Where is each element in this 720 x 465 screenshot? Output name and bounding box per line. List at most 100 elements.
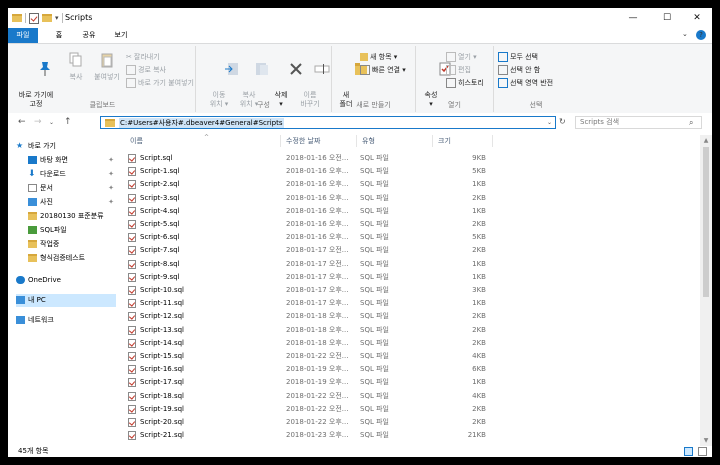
cut-button[interactable]: ✂ 잘라내기 <box>126 52 160 62</box>
table-row[interactable]: Script-9.sql 2018-01-17 오후... SQL 파일 1KB <box>120 271 686 284</box>
nav-item-documents[interactable]: 문서 ✦ <box>28 182 116 195</box>
desktop-icon <box>28 156 37 164</box>
table-row[interactable]: Script-14.sql 2018-01-18 오후... SQL 파일 2KB <box>120 337 686 350</box>
help-icon[interactable]: ? <box>696 30 706 40</box>
table-row[interactable]: Script-4.sql 2018-01-16 오후... SQL 파일 1KB <box>120 205 686 218</box>
scroll-down-arrow-icon[interactable]: ▼ <box>700 437 712 444</box>
copy-to-icon <box>255 63 268 75</box>
nav-item-sql-files[interactable]: SQL파일 <box>28 224 116 237</box>
tab-home[interactable]: 홈 <box>52 28 66 43</box>
search-icon[interactable]: ⌕ <box>689 118 693 128</box>
select-all-button[interactable]: 모두 선택 <box>498 52 538 62</box>
file-type: SQL 파일 <box>360 167 389 176</box>
table-row[interactable]: Script-12.sql 2018-01-18 오후... SQL 파일 2KB <box>120 310 686 323</box>
easy-access-icon <box>360 65 370 75</box>
search-input[interactable]: Scripts 검색 <box>575 116 702 129</box>
sql-file-icon <box>128 272 136 282</box>
file-size: 1KB <box>472 378 486 387</box>
vertical-scrollbar[interactable]: ▲ ▼ <box>700 135 712 446</box>
chevron-down-icon[interactable]: ⌄ <box>682 30 688 38</box>
table-row[interactable]: Script-3.sql 2018-01-16 오후... SQL 파일 2KB <box>120 192 686 205</box>
nav-item-network[interactable]: 네트워크 <box>16 314 116 327</box>
close-button[interactable]: ✕ <box>680 8 712 28</box>
nav-item-work-in-progress[interactable]: 작업중 <box>28 238 116 251</box>
table-row[interactable]: Script-6.sql 2018-01-16 오후... SQL 파일 5KB <box>120 231 686 244</box>
file-date: 2018-01-17 오전... <box>286 246 349 255</box>
nav-item-pictures[interactable]: 사진 ✦ <box>28 196 116 209</box>
edit-button[interactable]: 편집 <box>446 65 471 75</box>
column-header-size[interactable]: 크기 <box>438 135 451 147</box>
back-arrow-icon[interactable]: ← <box>18 117 26 127</box>
table-row[interactable]: Script-15.sql 2018-01-22 오전... SQL 파일 4KB <box>120 350 686 363</box>
nav-item-folder-20180130[interactable]: 20180130 표준분류 <box>28 210 116 223</box>
nav-item-onedrive[interactable]: OneDrive <box>16 274 116 287</box>
pin-icon <box>39 62 50 76</box>
invert-selection-label: 선택 영역 반전 <box>510 79 554 87</box>
table-row[interactable]: Script-1.sql 2018-01-16 오후... SQL 파일 5KB <box>120 165 686 178</box>
select-group: 모두 선택 선택 안 함 선택 영역 반전 선택 <box>494 46 578 112</box>
invert-selection-button[interactable]: 선택 영역 반전 <box>498 78 553 88</box>
table-row[interactable]: Script-8.sql 2018-01-17 오전... SQL 파일 1KB <box>120 258 686 271</box>
nav-item-this-pc[interactable]: 내 PC <box>16 294 116 307</box>
table-row[interactable]: Script-13.sql 2018-01-18 오후... SQL 파일 2KB <box>120 324 686 337</box>
ribbon: 바로 가기에 고정 복사 붙여넣기 ✂ 잘라내기 경로 복사 바로 가기 붙여넣기… <box>8 43 712 115</box>
table-row[interactable]: Script-17.sql 2018-01-19 오후... SQL 파일 1KB <box>120 376 686 389</box>
large-icons-view-icon[interactable] <box>698 447 707 456</box>
paste-shortcut-button[interactable]: 바로 가기 붙여넣기 <box>126 78 194 88</box>
forward-arrow-icon[interactable]: → <box>34 117 42 127</box>
table-row[interactable]: Script-21.sql 2018-01-23 오후... SQL 파일 21KB <box>120 429 686 442</box>
select-none-button[interactable]: 선택 안 함 <box>498 65 540 75</box>
new-folder-icon[interactable] <box>42 14 52 22</box>
table-row[interactable]: Script-19.sql 2018-01-22 오전... SQL 파일 2KB <box>120 403 686 416</box>
table-row[interactable]: Script-7.sql 2018-01-17 오전... SQL 파일 2KB <box>120 244 686 257</box>
easy-access-button[interactable]: 빠른 연결 ▾ <box>360 65 406 75</box>
minimize-button[interactable]: — <box>616 8 650 28</box>
column-header-date[interactable]: 수정한 날짜 <box>286 135 320 147</box>
column-header-type[interactable]: 유형 <box>362 135 375 147</box>
up-arrow-icon[interactable]: ↑ <box>64 117 72 127</box>
table-row[interactable]: Script.sql 2018-01-16 오전... SQL 파일 9KB <box>120 152 686 165</box>
paste-label: 붙여넣기 <box>94 73 120 81</box>
properties-icon[interactable] <box>29 12 39 24</box>
table-row[interactable]: Script-2.sql 2018-01-16 오후... SQL 파일 1KB <box>120 178 686 191</box>
address-path[interactable]: C:#Users#사용자#.dbeaver4#General#Scripts <box>119 117 284 128</box>
scroll-up-arrow-icon[interactable]: ▲ <box>700 137 712 144</box>
table-row[interactable]: Script-11.sql 2018-01-17 오후... SQL 파일 1KB <box>120 297 686 310</box>
file-type: SQL 파일 <box>360 391 389 400</box>
nav-item-quick-access[interactable]: ★ 바로 가기 <box>16 140 116 153</box>
scrollbar-thumb[interactable] <box>703 147 709 297</box>
chevron-down-icon[interactable]: ⌄ <box>49 119 54 126</box>
new-item-button[interactable]: 새 항목 ▾ <box>360 52 397 62</box>
file-size: 5KB <box>472 167 486 176</box>
chevron-down-icon[interactable]: ▾ <box>55 14 59 22</box>
nav-item-desktop[interactable]: 바탕 화면 ✦ <box>28 154 116 167</box>
table-row[interactable]: Script-18.sql 2018-01-22 오전... SQL 파일 4KB <box>120 390 686 403</box>
refresh-icon[interactable]: ↻ <box>559 117 566 126</box>
address-bar[interactable]: C:#Users#사용자#.dbeaver4#General#Scripts ⌄ <box>100 116 556 129</box>
pin-icon[interactable]: ✦ <box>108 196 114 209</box>
history-button[interactable]: 히스토리 <box>446 78 484 88</box>
tab-file[interactable]: 파일 <box>8 28 38 43</box>
file-name: Script-19.sql <box>140 404 184 413</box>
pin-icon[interactable]: ✦ <box>108 168 114 181</box>
tab-share[interactable]: 공유 <box>79 28 99 43</box>
chevron-down-icon[interactable]: ⌄ <box>547 119 552 126</box>
details-view-icon[interactable] <box>684 447 693 456</box>
table-row[interactable]: Script-5.sql 2018-01-16 오후... SQL 파일 2KB <box>120 218 686 231</box>
maximize-button[interactable]: ☐ <box>650 8 684 28</box>
pin-icon[interactable]: ✦ <box>108 182 114 195</box>
table-row[interactable]: Script-10.sql 2018-01-17 오후... SQL 파일 3KB <box>120 284 686 297</box>
open-button[interactable]: 열기 ▾ <box>446 52 477 62</box>
copy-icon <box>69 52 82 67</box>
copy-path-button[interactable]: 경로 복사 <box>126 65 166 75</box>
tab-view[interactable]: 보기 <box>111 28 131 43</box>
nav-item-format-test[interactable]: 형식검증테스트 <box>28 252 116 265</box>
pin-icon[interactable]: ✦ <box>108 154 114 167</box>
column-header-name[interactable]: 이름 <box>130 135 143 147</box>
file-date: 2018-01-18 오후... <box>286 338 349 347</box>
copy-button[interactable]: 복사 <box>64 52 88 82</box>
table-row[interactable]: Script-20.sql 2018-01-22 오후... SQL 파일 2KB <box>120 416 686 429</box>
table-row[interactable]: Script-16.sql 2018-01-19 오후... SQL 파일 6KB <box>120 363 686 376</box>
paste-button[interactable]: 붙여넣기 <box>92 52 122 82</box>
nav-item-downloads[interactable]: ⬇ 다운로드 ✦ <box>28 168 116 181</box>
